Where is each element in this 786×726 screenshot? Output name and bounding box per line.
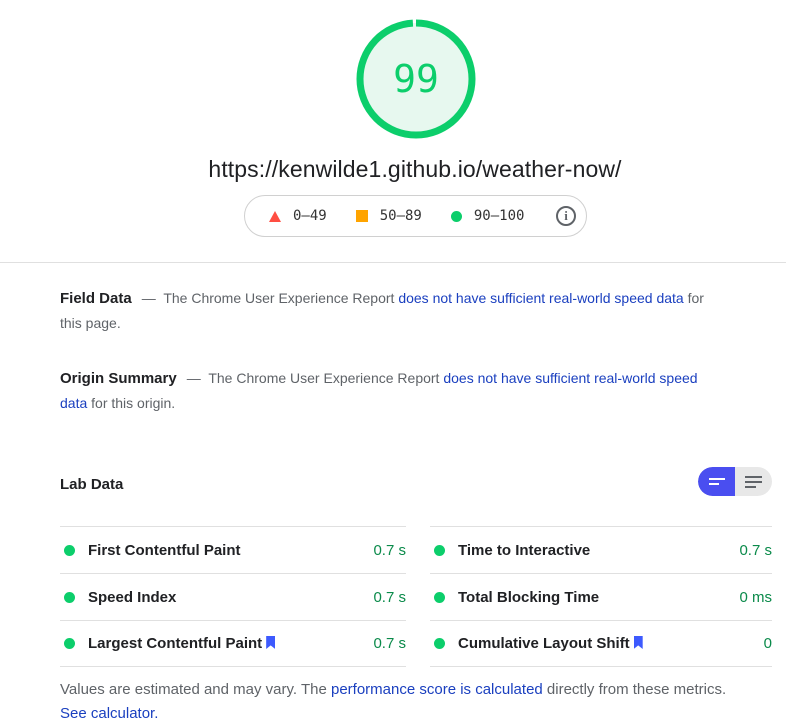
lab-data-heading: Lab Data [60,476,124,493]
metric-value: 0.7 s [739,541,772,559]
metric-view-toggle [698,467,772,496]
metric-label-text: Cumulative Layout Shift [458,635,630,652]
circle-icon [450,210,462,222]
legend-fail-label: 0–49 [293,208,327,224]
pass-circle-icon [434,591,445,603]
metric-row: Total Blocking Time 0 ms [430,573,772,620]
metric-label: Time to Interactive [458,541,591,559]
field-data-heading: Field Data [60,290,132,307]
field-data-link[interactable]: does not have sufficient real-world spee… [398,290,683,306]
bookmark-icon [266,636,276,649]
metric-row: First Contentful Paint 0.7 s [60,526,406,573]
field-data-prefix: The Chrome User Experience Report [163,290,395,306]
metric-row: Largest Contentful Paint 0.7 s [60,620,406,667]
metric-value: 0 [763,635,772,652]
page-url: https://kenwilde1.github.io/weather-now/ [208,156,622,182]
metric-label: First Contentful Paint [88,541,241,559]
field-data-section: Field Data — The Chrome User Experience R… [60,286,720,335]
origin-summary-heading: Origin Summary [60,370,177,387]
summary-view-icon[interactable] [698,467,735,496]
pass-circle-icon [434,638,445,649]
legend-pass: 90–100 [450,208,525,224]
square-icon [355,210,368,222]
legend-fail: 0–49 [269,208,327,224]
pass-circle-icon [434,544,445,556]
metric-row: Speed Index 0.7 s [60,573,406,620]
metrics-left-column: First Contentful Paint 0.7 s Speed Index… [60,526,406,667]
metric-value: 0.7 s [373,588,406,606]
performance-score-gauge: 99 [356,19,476,139]
footnote-text-1: Values are estimated and may vary. The [60,681,327,698]
metrics-right-column: Time to Interactive 0.7 s Total Blocking… [430,526,772,667]
bookmark-icon [633,636,643,649]
origin-summary-dash: — [186,370,201,386]
metric-label: Total Blocking Time [458,588,600,606]
origin-summary-section: Origin Summary — The Chrome User Experien… [60,366,720,415]
origin-summary-suffix: for this origin. [91,395,176,411]
pass-circle-icon [64,591,75,603]
metric-row: Cumulative Layout Shift 0 [430,620,772,667]
score-legend: 0–49 50–89 90–100 i [244,195,587,237]
info-icon[interactable]: i [556,206,576,226]
footnote-text-2: directly from these metrics. [546,681,727,698]
performance-score-value: 99 [393,57,439,101]
legend-average: 50–89 [355,208,422,224]
section-divider [0,262,786,263]
metric-label: Cumulative Layout Shift [458,635,643,652]
metric-label-text: Largest Contentful Paint [88,635,263,652]
metric-label: Speed Index [88,588,177,606]
origin-summary-prefix: The Chrome User Experience Report [208,370,440,386]
triangle-icon [269,210,281,222]
performance-score-link[interactable]: performance score is calculated [331,681,543,698]
metric-row: Time to Interactive 0.7 s [430,526,772,573]
list-view-icon[interactable] [735,467,772,496]
see-calculator-link[interactable]: See calculator. [60,705,158,722]
legend-average-label: 50–89 [379,208,422,224]
pass-circle-icon [64,638,75,649]
metric-value: 0.7 s [373,635,406,652]
legend-pass-label: 90–100 [473,208,525,224]
lab-data-footnote: Values are estimated and may vary. The p… [60,678,740,726]
metric-value: 0 ms [739,588,772,606]
metric-label: Largest Contentful Paint [88,635,276,652]
metric-value: 0.7 s [373,541,406,559]
pass-circle-icon [64,544,75,556]
field-data-dash: — [141,290,156,306]
